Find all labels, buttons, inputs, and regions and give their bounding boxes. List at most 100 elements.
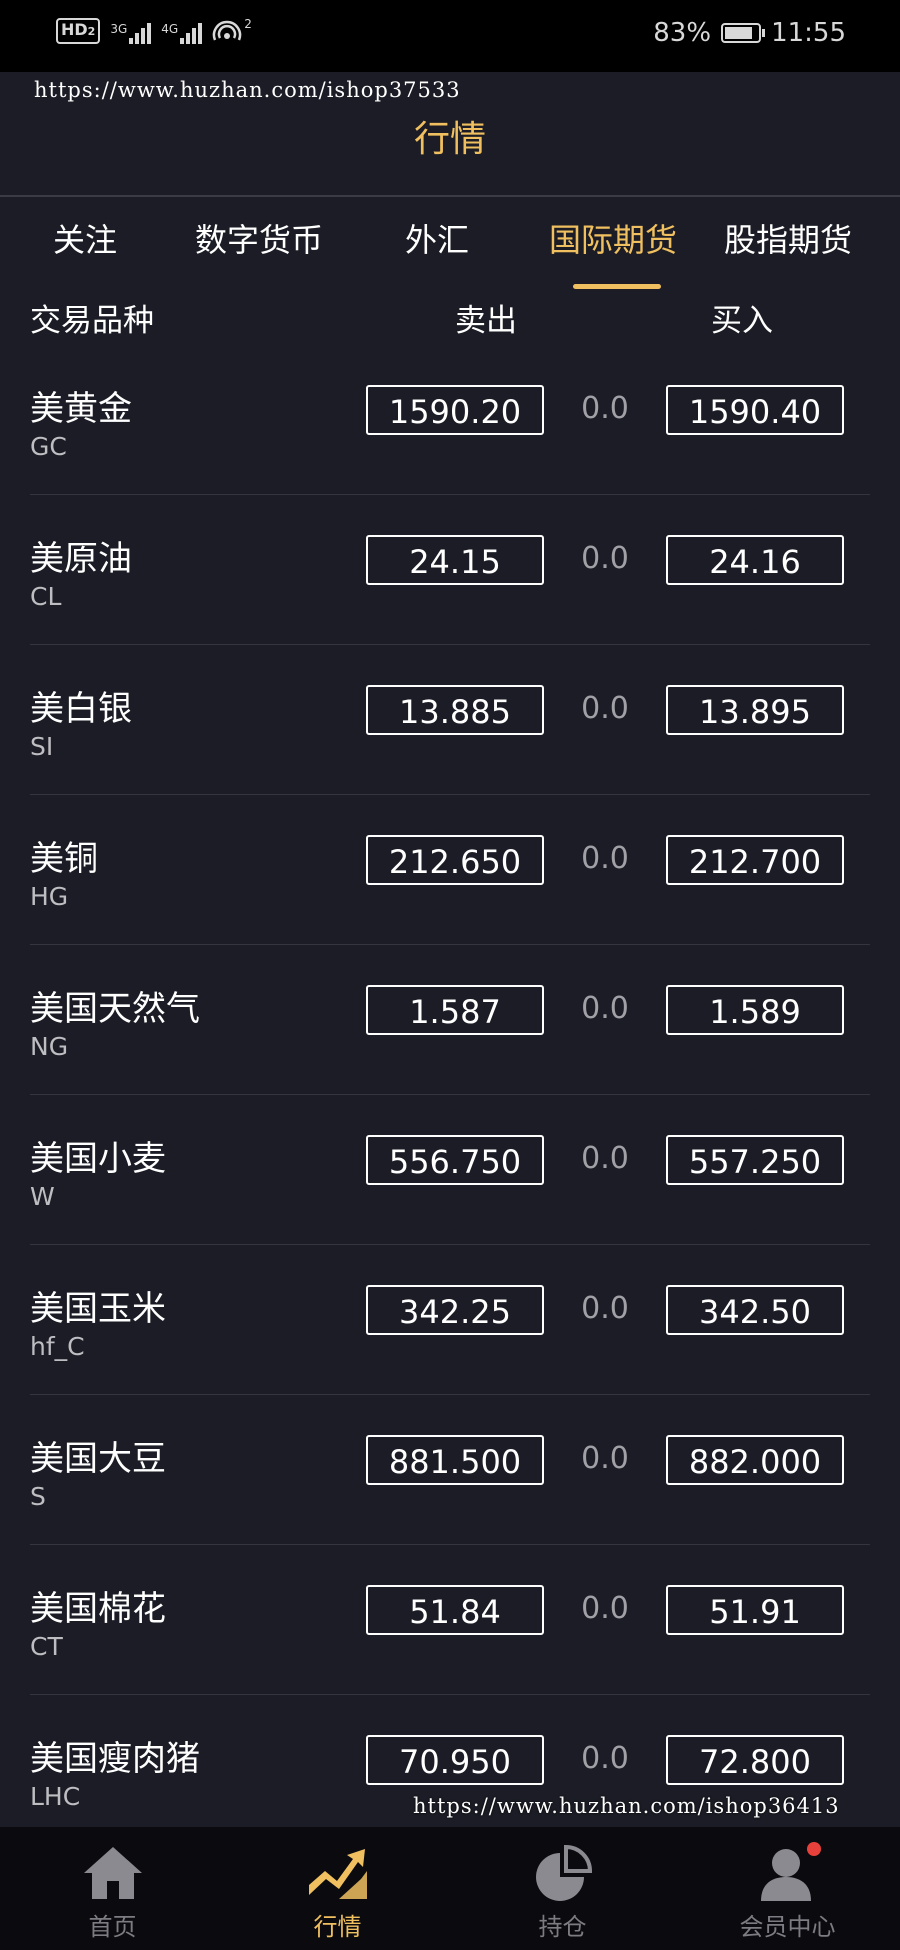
page-title: 行情: [413, 119, 486, 160]
instrument-name: 美黄金: [30, 389, 132, 429]
sell-price-button[interactable]: 24.15: [366, 535, 544, 585]
hd-label: HD: [61, 20, 88, 39]
instrument-name: 美国瘦肉猪: [30, 1739, 200, 1779]
buy-price-button[interactable]: 882.000: [666, 1435, 844, 1485]
nav-member-center[interactable]: 会员中心: [675, 1827, 900, 1950]
sell-price-button[interactable]: 13.885: [366, 685, 544, 735]
status-right: 83% 11:55: [653, 18, 846, 48]
nav-member-center-label: 会员中心: [739, 1913, 836, 1941]
sell-price-button[interactable]: 1.587: [366, 985, 544, 1035]
nav-positions-label: 持仓: [538, 1913, 587, 1941]
instrument-code: NG: [30, 1032, 69, 1061]
tab-index-futures[interactable]: 股指期货: [724, 215, 852, 261]
buy-price-button[interactable]: 13.895: [666, 685, 844, 735]
instrument-name: 美原油: [30, 539, 132, 579]
quote-row[interactable]: 美原油 CL 24.15 0.0 24.16: [0, 495, 900, 645]
instrument-name: 美国玉米: [30, 1289, 166, 1329]
nav-home-label: 首页: [88, 1913, 137, 1941]
buy-price-button[interactable]: 557.250: [666, 1135, 844, 1185]
instrument-name: 美国大豆: [30, 1439, 166, 1479]
instrument-name: 美国天然气: [30, 989, 200, 1029]
pie-chart-icon: [535, 1844, 592, 1901]
tab-intl-futures[interactable]: 国际期货: [549, 215, 677, 261]
sell-price-button[interactable]: 881.500: [366, 1435, 544, 1485]
sell-price-button[interactable]: 51.84: [366, 1585, 544, 1635]
home-icon: [83, 1847, 142, 1899]
buy-price-button[interactable]: 212.700: [666, 835, 844, 885]
column-header-sell: 卖出: [455, 303, 517, 339]
buy-price-button[interactable]: 1.589: [666, 985, 844, 1035]
quote-row[interactable]: 美国小麦 W 556.750 0.0 557.250: [0, 1095, 900, 1245]
instrument-code: CL: [30, 582, 62, 611]
instrument-code: S: [30, 1482, 46, 1511]
net2-label: 4G: [161, 22, 179, 36]
price-change: 0.0: [581, 1591, 629, 1626]
nav-home[interactable]: 首页: [0, 1827, 225, 1950]
price-change: 0.0: [581, 1141, 629, 1176]
watermark-top: https://www.huzhan.com/ishop37533: [34, 78, 461, 102]
instrument-code: SI: [30, 732, 54, 761]
signal-4g-icon: 4G: [161, 22, 203, 44]
header-divider: [0, 195, 900, 197]
bottom-nav: 首页 行情 持仓 会员中心: [0, 1827, 900, 1950]
nav-market[interactable]: 行情: [225, 1827, 450, 1950]
price-change: 0.0: [581, 541, 629, 576]
instrument-name: 美国棉花: [30, 1589, 166, 1629]
quote-row[interactable]: 美黄金 GC 1590.20 0.0 1590.40: [0, 345, 900, 495]
quote-row[interactable]: 美国棉花 CT 51.84 0.0 51.91: [0, 1545, 900, 1695]
buy-price-button[interactable]: 1590.40: [666, 385, 844, 435]
quote-row[interactable]: 美国瘦肉猪 LHC 70.950 0.0 72.800: [0, 1695, 900, 1845]
tab-forex[interactable]: 外汇: [405, 215, 469, 261]
instrument-code: HG: [30, 882, 69, 911]
quote-row[interactable]: 美白银 SI 13.885 0.0 13.895: [0, 645, 900, 795]
price-change: 0.0: [581, 991, 629, 1026]
watermark-bottom: https://www.huzhan.com/ishop36413: [413, 1794, 840, 1818]
sell-price-button[interactable]: 70.950: [366, 1735, 544, 1785]
quote-list: 美黄金 GC 1590.20 0.0 1590.40 美原油 CL 24.15 …: [0, 345, 900, 1845]
quote-row[interactable]: 美国玉米 hf_C 342.25 0.0 342.50: [0, 1245, 900, 1395]
nav-market-label: 行情: [313, 1913, 362, 1941]
sell-price-button[interactable]: 212.650: [366, 835, 544, 885]
nav-positions[interactable]: 持仓: [450, 1827, 675, 1950]
quote-row[interactable]: 美国大豆 S 881.500 0.0 882.000: [0, 1395, 900, 1545]
battery-percent: 83%: [653, 18, 712, 48]
price-change: 0.0: [581, 391, 629, 426]
status-left: HD2 3G 4G 2: [56, 18, 252, 44]
buy-price-button[interactable]: 72.800: [666, 1735, 844, 1785]
column-header-name: 交易品种: [30, 303, 154, 339]
price-change: 0.0: [581, 1291, 629, 1326]
price-change: 0.0: [581, 1441, 629, 1476]
battery-icon: [721, 23, 766, 43]
market-chart-icon: [308, 1849, 367, 1899]
price-change: 0.0: [581, 1741, 629, 1776]
instrument-name: 美铜: [30, 839, 98, 879]
category-tabs: 关注 数字货币 外汇 国际期货 股指期货: [0, 215, 900, 290]
hd-badge: HD2: [56, 18, 101, 44]
buy-price-button[interactable]: 24.16: [666, 535, 844, 585]
price-change: 0.0: [581, 841, 629, 876]
notification-badge: [806, 1842, 821, 1856]
tab-crypto[interactable]: 数字货币: [195, 215, 323, 261]
clock: 11:55: [771, 18, 846, 48]
instrument-code: GC: [30, 432, 67, 461]
net1-label: 3G: [110, 22, 128, 36]
buy-price-button[interactable]: 51.91: [666, 1585, 844, 1635]
hotspot-icon: 2: [212, 18, 252, 44]
battery-fill: [725, 27, 752, 39]
tab-watchlist[interactable]: 关注: [53, 215, 117, 261]
instrument-code: W: [30, 1182, 55, 1211]
sell-price-button[interactable]: 342.25: [366, 1285, 544, 1335]
instrument-code: LHC: [30, 1782, 81, 1811]
quote-row[interactable]: 美铜 HG 212.650 0.0 212.700: [0, 795, 900, 945]
status-bar: HD2 3G 4G 2 83% 11:55: [0, 0, 900, 72]
instrument-code: CT: [30, 1632, 63, 1661]
sell-price-button[interactable]: 556.750: [366, 1135, 544, 1185]
sell-price-button[interactable]: 1590.20: [366, 385, 544, 435]
buy-price-button[interactable]: 342.50: [666, 1285, 844, 1335]
hotspot-count: 2: [244, 17, 252, 31]
user-icon: [760, 1842, 821, 1901]
quote-row[interactable]: 美国天然气 NG 1.587 0.0 1.589: [0, 945, 900, 1095]
instrument-name: 美国小麦: [30, 1139, 166, 1179]
active-tab-indicator: [573, 284, 661, 289]
signal-3g-icon: 3G: [110, 22, 152, 44]
